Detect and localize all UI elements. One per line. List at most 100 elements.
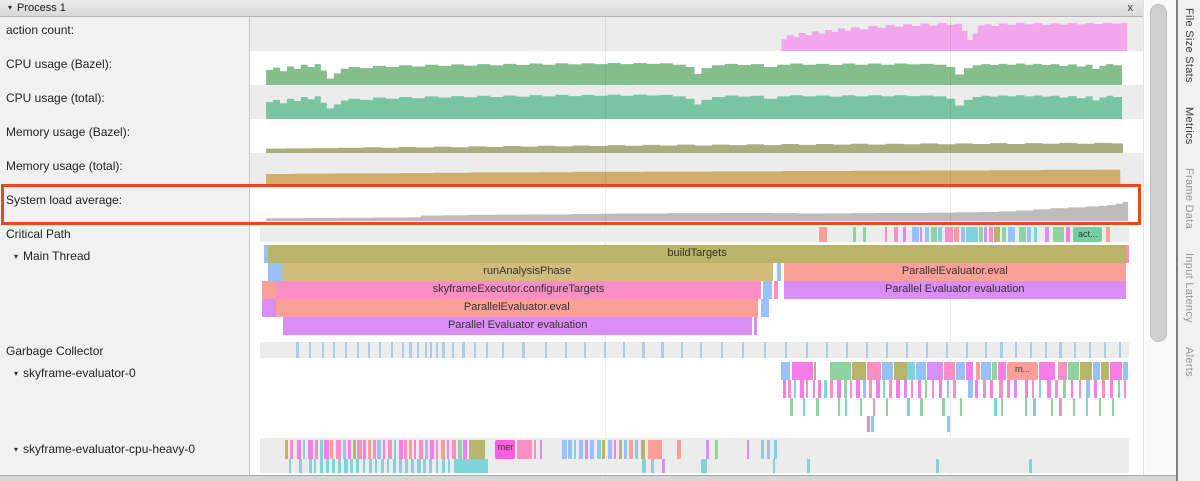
trace-tick[interactable] — [794, 380, 797, 398]
trace-tick[interactable] — [1039, 362, 1055, 380]
trace-tick[interactable] — [767, 440, 770, 459]
trace-tick[interactable] — [423, 459, 426, 473]
trace-tick[interactable] — [852, 362, 866, 380]
trace-tick[interactable] — [1118, 380, 1121, 398]
trace-tick[interactable] — [602, 440, 605, 459]
trace-tick[interactable] — [368, 342, 370, 358]
trace-tick[interactable] — [863, 380, 866, 398]
trace-tick[interactable] — [783, 380, 786, 398]
trace-tick[interactable] — [452, 440, 455, 459]
trace-tick[interactable] — [1073, 398, 1076, 416]
trace-tick[interactable] — [774, 440, 777, 459]
trace-tick[interactable] — [661, 342, 663, 358]
trace-tick[interactable] — [448, 459, 451, 473]
trace-tick[interactable] — [405, 459, 408, 473]
trace-tick[interactable] — [1027, 227, 1030, 242]
trace-tick[interactable] — [1053, 227, 1064, 242]
tab-frame-data[interactable]: Frame Data — [1183, 168, 1195, 229]
trace-tick[interactable] — [308, 440, 313, 459]
trace-tick[interactable] — [790, 398, 793, 416]
trace-tick[interactable] — [502, 342, 504, 358]
trace-tick[interactable] — [931, 227, 937, 242]
trace-tick[interactable] — [896, 380, 900, 398]
trace-tick[interactable] — [867, 416, 870, 432]
trace-tick[interactable] — [1015, 342, 1017, 358]
trace-tick[interactable] — [463, 440, 466, 459]
trace-tick[interactable] — [309, 342, 311, 358]
trace-tick[interactable] — [975, 380, 978, 398]
trace-tick[interactable] — [425, 440, 428, 459]
trace-tick[interactable] — [1102, 380, 1105, 398]
trace-span[interactable]: ParallelEvaluator.eval — [784, 263, 1126, 281]
trace-tick[interactable] — [579, 440, 583, 459]
close-icon[interactable]: x — [1126, 2, 1136, 14]
trace-tick[interactable] — [417, 342, 419, 358]
skyframe-evaluator-0-track[interactable]: m... — [250, 360, 1143, 436]
trace-tick[interactable] — [1104, 342, 1106, 358]
trace-tick[interactable] — [706, 440, 709, 459]
trace-tick[interactable] — [1047, 380, 1050, 398]
trace-tick[interactable] — [826, 342, 828, 358]
trace-tick[interactable] — [357, 342, 359, 358]
trace-tick[interactable] — [411, 459, 414, 473]
trace-tick[interactable] — [885, 227, 888, 242]
trace-tick[interactable] — [289, 459, 292, 473]
trace-tick[interactable] — [788, 380, 790, 398]
trace-span[interactable]: buildTargets — [268, 245, 1126, 263]
trace-tick[interactable] — [344, 459, 347, 473]
trace-tick[interactable] — [1086, 380, 1089, 398]
trace-tick[interactable] — [540, 440, 543, 459]
trace-tick[interactable] — [907, 362, 915, 380]
trace-tick[interactable] — [903, 227, 906, 242]
trace-tick[interactable] — [860, 398, 863, 416]
trace-tick[interactable] — [368, 440, 371, 459]
gc-strip[interactable] — [260, 342, 1129, 358]
trace-tick[interactable] — [585, 440, 588, 459]
main-thread-track[interactable]: buildTargets runAnalysisPhaseParallelEva… — [250, 243, 1143, 338]
trace-tick[interactable] — [641, 440, 645, 459]
trace-tick[interactable] — [763, 281, 772, 299]
trace-tick[interactable] — [1030, 342, 1032, 358]
trace-tick[interactable] — [944, 362, 955, 380]
trace-tick[interactable] — [1039, 380, 1042, 398]
trace-tick[interactable] — [409, 342, 411, 358]
trace-tick[interactable] — [838, 398, 841, 416]
trace-tick[interactable] — [469, 440, 485, 459]
trace-tick[interactable] — [866, 342, 868, 358]
trace-tick[interactable] — [976, 362, 980, 380]
trace-tick[interactable] — [837, 380, 841, 398]
trace-tick[interactable] — [462, 342, 464, 358]
trace-tick[interactable] — [1093, 362, 1101, 380]
trace-tick[interactable] — [1032, 380, 1035, 398]
trace-tick[interactable] — [983, 380, 986, 398]
trace-tick[interactable] — [642, 459, 645, 473]
trace-tick[interactable] — [966, 227, 977, 242]
trace-tick[interactable] — [830, 362, 851, 380]
trace-tick[interactable] — [404, 440, 407, 459]
trace-tick[interactable] — [960, 398, 962, 416]
trace-tick[interactable] — [990, 380, 993, 398]
trace-tick[interactable] — [299, 459, 302, 473]
trace-tick[interactable] — [285, 440, 288, 459]
trace-tick[interactable] — [442, 459, 445, 473]
trace-tick[interactable] — [886, 342, 888, 358]
trace-tick[interactable] — [926, 342, 928, 358]
trace-tick[interactable] — [947, 380, 950, 398]
trace-tick[interactable] — [927, 362, 944, 380]
trace-tick[interactable] — [792, 362, 813, 380]
trace-tick[interactable] — [1000, 342, 1002, 358]
trace-tick[interactable] — [945, 227, 953, 242]
trace-tick[interactable] — [920, 398, 923, 416]
trace-tick[interactable] — [388, 440, 392, 459]
trace-tick[interactable] — [597, 440, 600, 459]
trace-tick[interactable] — [889, 380, 892, 398]
trace-tick[interactable] — [290, 440, 293, 459]
trace-tick[interactable] — [419, 440, 423, 459]
trace-tick[interactable] — [942, 398, 945, 416]
trace-tick[interactable] — [806, 380, 809, 398]
trace-tick[interactable] — [297, 440, 300, 459]
chevron-down-icon[interactable]: ▾ — [14, 369, 18, 378]
trace-badge[interactable]: act... — [1073, 227, 1102, 242]
trace-tick[interactable] — [1058, 362, 1068, 380]
trace-tick[interactable] — [614, 440, 617, 459]
